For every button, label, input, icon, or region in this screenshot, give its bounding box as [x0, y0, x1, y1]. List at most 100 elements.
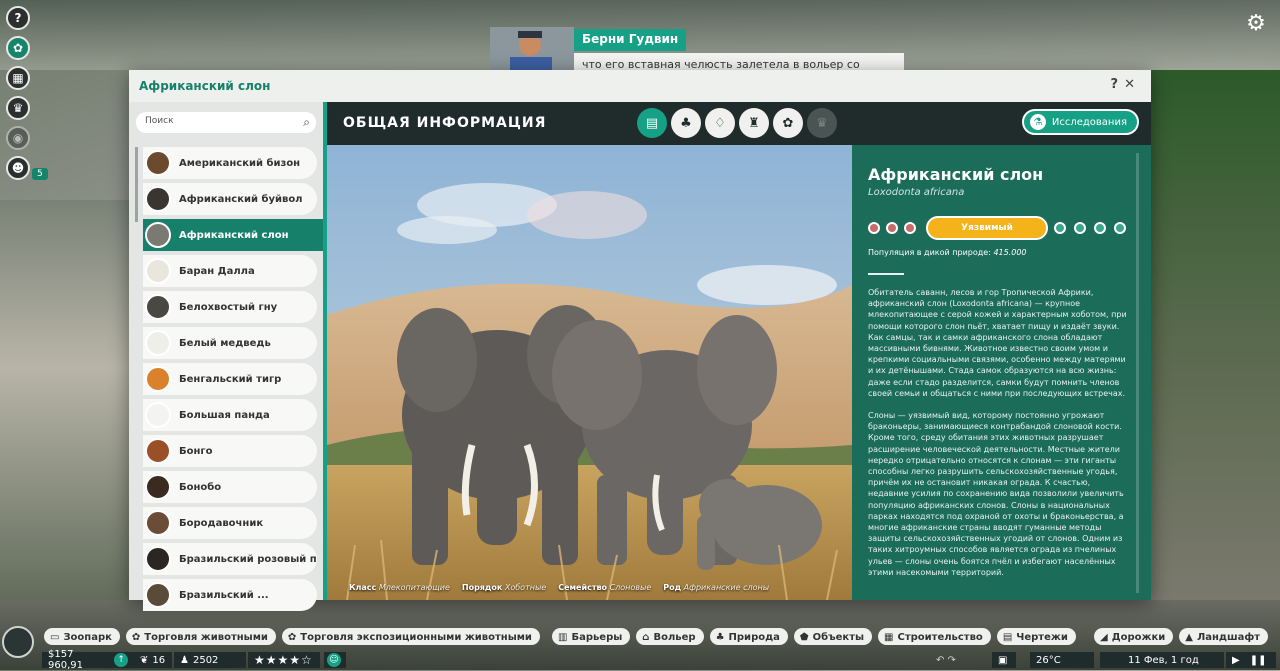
- close-button[interactable]: ✕: [1124, 77, 1141, 92]
- guest-count[interactable]: ♟ 2502: [174, 652, 246, 668]
- family-value: Слоновые: [609, 583, 652, 592]
- avatar: [490, 27, 574, 71]
- help-button[interactable]: ?: [1111, 77, 1125, 92]
- trophy-icon[interactable]: ♛: [6, 96, 30, 120]
- toolbar-button[interactable]: ⬟ Объекты: [793, 628, 873, 645]
- content-panel: ОБЩАЯ ИНФОРМАЦИЯ ▤ ♣ ♢ ♜ ✿ ♛ ⚗ Исследова…: [323, 102, 1151, 600]
- toolbar-button[interactable]: ▥ Барьеры: [552, 628, 631, 645]
- toolbar-icon: ♣: [715, 631, 725, 643]
- toolbar-button[interactable]: ✿ Торговля экспозиционными животными: [281, 628, 540, 645]
- animal-avatar-icon: [145, 150, 171, 176]
- toolbar-button[interactable]: ♣ Природа: [709, 628, 788, 645]
- conservation-credits[interactable]: ❦ 16: [134, 652, 172, 668]
- money-display[interactable]: $157 960,91 ↑: [42, 649, 134, 671]
- undo-redo-icons[interactable]: ↶ ↷: [930, 652, 970, 668]
- info-panel: Африканский слон Loxodonta africana Уязв…: [852, 145, 1151, 600]
- toolbar-button[interactable]: ⌂ Вольер: [636, 628, 704, 645]
- research-label: Исследования: [1051, 116, 1127, 128]
- toolbar-button[interactable]: ▲ Ландшафт: [1179, 628, 1269, 645]
- toolbar-icon: ✿: [287, 631, 297, 643]
- toolbar-button[interactable]: ▤ Чертежи: [996, 628, 1076, 645]
- list-item[interactable]: Американский бизон: [143, 147, 317, 179]
- list-item[interactable]: Белый медведь: [143, 327, 317, 359]
- list-item[interactable]: Африканский буйвол: [143, 183, 317, 215]
- calendar-icon[interactable]: ▦: [6, 66, 30, 90]
- research-button[interactable]: ⚗ Исследования: [1021, 109, 1139, 135]
- list-item[interactable]: Бенгальский тигр: [143, 363, 317, 395]
- status-dot: [1114, 222, 1126, 234]
- list-item[interactable]: Африканский слон: [143, 219, 329, 251]
- status-dot: [868, 222, 880, 234]
- list-item[interactable]: Бородавочник: [143, 507, 317, 539]
- toolbar-button-label: Вольер: [653, 631, 696, 643]
- tab-general-info-icon[interactable]: ▤: [637, 108, 667, 138]
- toolbar-icon: ◢: [1100, 631, 1108, 643]
- toolbar-icon: ▦: [884, 631, 894, 643]
- animal-avatar-icon: [145, 294, 171, 320]
- heart-icon[interactable]: ◉: [6, 126, 30, 150]
- money-value: $157 960,91: [48, 649, 83, 671]
- wild-population: Популяция в дикой природе: 415.000: [868, 248, 1151, 257]
- list-item[interactable]: Бразильский розовый п...: [143, 543, 317, 575]
- gear-icon[interactable]: ⚙: [1244, 12, 1268, 36]
- status-dot: [1094, 222, 1106, 234]
- toolbar-button[interactable]: ◢ Дорожки: [1094, 628, 1174, 645]
- list-item[interactable]: Большая панда: [143, 399, 317, 431]
- list-item-label: Бразильский ...: [179, 589, 269, 601]
- zoo-rating-stars[interactable]: ★★★★☆: [248, 652, 320, 668]
- animal-avatar-icon: [145, 438, 171, 464]
- tab-paw-icon[interactable]: ✿: [773, 108, 803, 138]
- tab-habitat-icon[interactable]: ♣: [671, 108, 701, 138]
- toolbar-icon: ⬟: [799, 631, 809, 643]
- family-key: Семейство: [558, 583, 608, 592]
- toolbar-button[interactable]: ▦ Строительство: [878, 628, 991, 645]
- content-header: ОБЩАЯ ИНФОРМАЦИЯ ▤ ♣ ♢ ♜ ✿ ♛ ⚗ Исследова…: [327, 102, 1151, 145]
- list-item[interactable]: Белохвостый гну: [143, 291, 317, 323]
- pause-icon[interactable]: ❚❚: [1250, 655, 1267, 666]
- toolbar-button[interactable]: ▭ Зоопарк: [44, 628, 120, 645]
- guests-value: 2502: [192, 654, 219, 666]
- list-item-label: Белый медведь: [179, 337, 271, 349]
- temperature: 26°C: [1030, 652, 1094, 668]
- animal-avatar-icon: [145, 366, 171, 392]
- description-paragraph: Слоны — уязвимый вид, которому постоянно…: [868, 411, 1124, 577]
- left-toolbar-buttons: ▭ Зоопарк ✿ Торговля животными ✿ Торговля экс…: [44, 628, 540, 646]
- paw-icon[interactable]: ✿: [6, 36, 30, 60]
- play-icon[interactable]: ▶: [1232, 655, 1240, 666]
- happiness-icon[interactable]: ☺: [324, 652, 346, 668]
- help-icon[interactable]: ?: [6, 6, 30, 30]
- flask-icon: ⚗: [1029, 114, 1046, 130]
- class-key: Класс: [349, 583, 377, 592]
- list-item[interactable]: Баран Далла: [143, 255, 317, 287]
- toolbar-button-label: Чертежи: [1016, 631, 1068, 643]
- genus-key: Род: [663, 583, 682, 592]
- list-item-label: Бородавочник: [179, 517, 264, 529]
- tab-enrichment-icon[interactable]: ♜: [739, 108, 769, 138]
- toolbar-button-label: Строительство: [897, 631, 983, 643]
- toolbar-button-label: Торговля экспозиционными животными: [300, 631, 532, 643]
- toolbar-button-label: Торговля животными: [144, 631, 268, 643]
- taxonomy-caption: Класс Млекопитающие Порядок Хоботные Сем…: [349, 583, 769, 592]
- tab-trophy-icon[interactable]: ♛: [807, 108, 837, 138]
- camera-icon[interactable]: ▣: [992, 652, 1016, 668]
- staff-icon[interactable]: ☻: [6, 156, 30, 180]
- toolbar-button-label: Природа: [728, 631, 780, 643]
- toolbar-button-label: Ландшафт: [1196, 631, 1261, 643]
- list-item-label: Американский бизон: [179, 157, 301, 169]
- page-title: ОБЩАЯ ИНФОРМАЦИЯ: [343, 115, 547, 131]
- search-icon[interactable]: ⌕: [303, 115, 310, 130]
- tab-food-icon[interactable]: ♢: [705, 108, 735, 138]
- animal-list-sidebar: Поиск ⌕ Американский бизон Африканский бу…: [129, 102, 329, 611]
- status-badge: Уязвимый: [926, 216, 1048, 240]
- search-input[interactable]: Поиск ⌕: [136, 112, 316, 133]
- list-item[interactable]: Бразильский ...: [143, 579, 317, 611]
- window-controls: ?✕: [1111, 77, 1141, 92]
- list-item[interactable]: Бонобо: [143, 471, 317, 503]
- list-item[interactable]: Бонго: [143, 435, 317, 467]
- status-dot: [886, 222, 898, 234]
- leaf-icon: ❦: [140, 654, 149, 666]
- date-display: 11 Фев, 1 год: [1100, 652, 1224, 668]
- window-title: Африканский слон: [139, 79, 271, 93]
- genus-value: Африканские слоны: [683, 583, 770, 592]
- toolbar-button[interactable]: ✿ Торговля животными: [125, 628, 276, 645]
